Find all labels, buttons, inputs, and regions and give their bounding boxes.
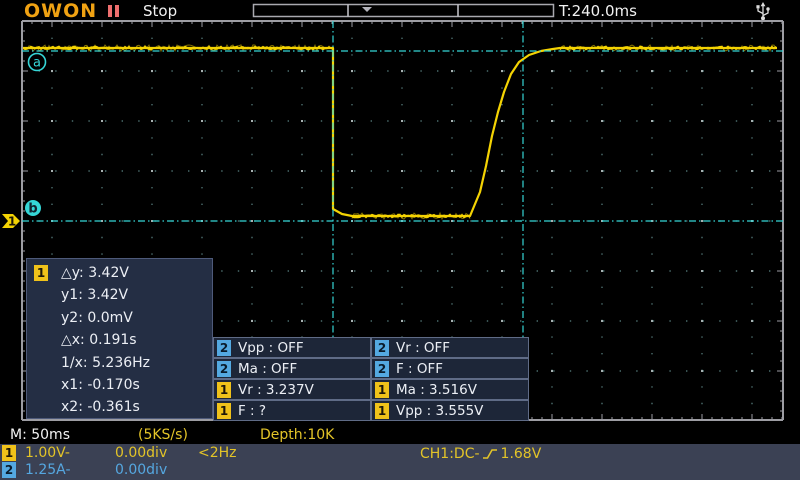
channel-badge: 1 <box>217 382 231 398</box>
measurement-label: Vpp : 3.555V <box>396 403 483 419</box>
channel-badge: 1 <box>375 403 389 419</box>
ch1-frequency-readout: <2Hz <box>198 445 237 461</box>
trigger-source-label: CH1:DC- <box>420 446 480 462</box>
svg-text:a: a <box>33 56 41 71</box>
ch1-scale-readout: 1.00V- <box>25 445 70 461</box>
cursor-value-row: 1/x: 5.236Hz <box>61 352 150 374</box>
cursor-b-marker: b <box>25 200 41 217</box>
ch1-offset-readout: 0.00div <box>115 445 167 461</box>
trigger-level-label: 1.68V <box>501 446 542 462</box>
channel-badge: 1 <box>375 382 389 398</box>
cursor-value-row: △x: 0.191s <box>61 329 150 351</box>
channel-badge: 2 <box>375 361 389 377</box>
channel-badge: 1 <box>34 265 48 281</box>
cursor-value-row: △y: 3.42V <box>61 262 150 284</box>
cursor-value-row: x1: -0.170s <box>61 374 150 396</box>
measurement-cell: 1 Ma : 3.516V <box>371 379 529 400</box>
ch1-waveform-trace <box>23 45 777 219</box>
ch1-badge: 1 <box>2 445 16 461</box>
ch1-zero-level-marker: 1 <box>2 214 20 229</box>
cursor-value-row: x2: -0.361s <box>61 396 150 418</box>
measurement-panel: 2 Vpp : OFF 2 Vr : OFF 2 Ma : OFF 2 F : OFF 1 Vr … <box>213 337 529 421</box>
cursor-a-marker: a <box>29 54 46 71</box>
timebase-readout: M: 50ms <box>10 427 70 443</box>
measurement-cell: 2 Vpp : OFF <box>213 337 371 358</box>
channel-info-bar: 1 1.00V- 0.00div <2Hz 2 1.25A- 0.00div C… <box>0 444 800 480</box>
ch2-offset-readout: 0.00div <box>115 462 167 478</box>
measurement-cell: 2 Vr : OFF <box>371 337 529 358</box>
measurement-cell: 1 Vr : 3.237V <box>213 379 371 400</box>
rising-edge-icon <box>482 447 498 461</box>
measurement-label: Vr : OFF <box>396 340 450 356</box>
measurement-label: Ma : 3.516V <box>396 382 477 398</box>
channel-badge: 2 <box>217 340 231 356</box>
memory-depth-readout: Depth:10K <box>260 427 334 443</box>
oscilloscope-screen: OWON Stop T:240.0ms ab1 <box>0 0 800 480</box>
cursor-value-row: y2: 0.0mV <box>61 307 150 329</box>
channel-badge: 1 <box>217 403 231 419</box>
acquisition-status-row: M: 50ms (5KS/s) Depth:10K <box>0 426 800 444</box>
svg-text:b: b <box>28 202 37 217</box>
trigger-settings-readout: CH1:DC- 1.68V <box>420 445 541 463</box>
measurement-cell: 2 F : OFF <box>371 358 529 379</box>
channel-badge: 2 <box>217 361 231 377</box>
measurement-label: Vpp : OFF <box>238 340 304 356</box>
channel-badge: 2 <box>375 340 389 356</box>
measurement-cell: 1 Vpp : 3.555V <box>371 400 529 421</box>
svg-text:1: 1 <box>8 215 16 229</box>
measurement-label: F : OFF <box>396 361 443 377</box>
cursor-measure-window: 1 △y: 3.42Vy1: 3.42Vy2: 0.0mV△x: 0.191s1… <box>26 258 213 419</box>
ch2-badge: 2 <box>2 462 16 478</box>
measurement-label: F : ? <box>238 403 266 419</box>
ch2-scale-readout: 1.25A- <box>25 462 71 478</box>
measurement-cell: 1 F : ? <box>213 400 371 421</box>
sample-rate-readout: (5KS/s) <box>138 427 188 443</box>
measurement-cell: 2 Ma : OFF <box>213 358 371 379</box>
measurement-label: Vr : 3.237V <box>238 382 314 398</box>
measurement-label: Ma : OFF <box>238 361 297 377</box>
cursor-value-row: y1: 3.42V <box>61 284 150 306</box>
